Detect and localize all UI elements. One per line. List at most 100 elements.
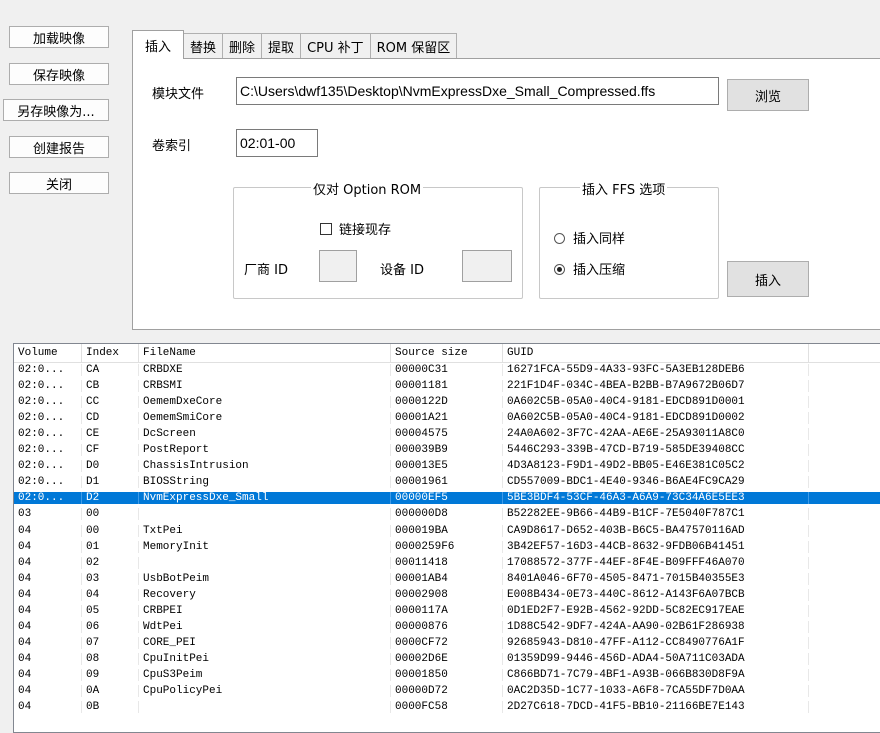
table-cell: 5446C293-339B-47CD-B719-585DE39408CC xyxy=(503,444,809,457)
table-cell: 02:0... xyxy=(14,396,82,409)
table-row[interactable]: 04 0A CpuPolicyPei 00000D72 0AC2D35D-1C77-10… xyxy=(14,685,880,697)
table-cell: 00001961 xyxy=(391,476,503,489)
table-row[interactable]: 02:0... CD OememSmiCore 00001A21 0A602C5B-05… xyxy=(14,412,880,425)
column-header-source-size[interactable]: Source size xyxy=(391,344,503,363)
table-cell: B52282EE-9B66-44B9-B1CF-7E5040F787C1 xyxy=(503,508,809,521)
table-row[interactable]: 04 02 00011418 17088572-377F-44EF-8F4E-B09F… xyxy=(14,556,880,569)
table-cell: 5BE3BDF4-53CF-46A3-A6A9-73C34A6E5EE3 xyxy=(503,492,809,505)
table-cell: 04 xyxy=(14,701,82,714)
table-row[interactable]: 02:0... CC OememDxeCore 0000122D 0A602C5B-05… xyxy=(14,396,880,409)
checkbox-box[interactable] xyxy=(320,223,332,235)
table-row[interactable]: 04 05 CRBPEI 0000117A 0D1ED2F7-E92B-4562-92D… xyxy=(14,604,880,617)
device-id-input[interactable] xyxy=(462,250,512,282)
file-list[interactable]: Volume Index FileName Source size GUID 0… xyxy=(13,343,880,733)
table-cell: 2D27C618-7DCD-41F5-BB10-21166BE7E143 xyxy=(503,701,809,714)
table-cell: CRBPEI xyxy=(139,604,391,617)
table-cell: CF xyxy=(82,444,139,457)
table-cell: ChassisIntrusion xyxy=(139,460,391,473)
table-row[interactable]: 04 08 CpuInitPei 00002D6E 01359D99-9446-456D… xyxy=(14,652,880,665)
table-cell: 04 xyxy=(14,572,82,585)
table-row[interactable]: 02:0... D1 BIOSString 00001961 CD557009-BDC1… xyxy=(14,476,880,489)
table-row[interactable]: 02:0... CA CRBDXE 00000C31 16271FCA-55D9-4A3… xyxy=(14,364,880,376)
table-cell: 04 xyxy=(14,636,82,649)
table-cell: 221F1D4F-034C-4BEA-B2BB-B7A9672B06D7 xyxy=(503,380,809,393)
table-cell: Recovery xyxy=(139,588,391,601)
table-cell: 00000876 xyxy=(391,620,503,633)
table-row[interactable]: 04 06 WdtPei 00000876 1D88C542-9DF7-424A-AA9… xyxy=(14,620,880,633)
column-header-guid[interactable]: GUID xyxy=(503,344,809,363)
table-cell: 0A602C5B-05A0-40C4-9181-EDCD891D0002 xyxy=(503,412,809,425)
tab-cpu-patch[interactable]: CPU 补丁 xyxy=(300,33,371,59)
table-cell: 04 xyxy=(14,685,82,697)
table-cell: 0000CF72 xyxy=(391,636,503,649)
table-cell: 4D3A8123-F9D1-49D2-BB05-E46E381C05C2 xyxy=(503,460,809,473)
insert-button[interactable]: 插入 xyxy=(727,261,809,297)
table-cell: UsbBotPeim xyxy=(139,572,391,585)
radio-circle-selected[interactable] xyxy=(554,264,565,275)
table-row[interactable]: 04 03 UsbBotPeim 00001AB4 8401A046-6F70-4505… xyxy=(14,572,880,585)
tab-rom-hole[interactable]: ROM 保留区 xyxy=(369,33,458,59)
tab-insert[interactable]: 插入 xyxy=(132,30,185,59)
tab-extract[interactable]: 提取 xyxy=(261,33,302,59)
insert-compressed-radio[interactable]: 插入压缩 xyxy=(554,259,625,278)
table-row[interactable]: 02:0... D0 ChassisIntrusion 000013E5 4D3A812… xyxy=(14,460,880,473)
tab-delete[interactable]: 删除 xyxy=(222,33,263,59)
option-rom-group-title: 仅对 Option ROM xyxy=(311,179,424,198)
table-cell: WdtPei xyxy=(139,620,391,633)
table-cell: BIOSString xyxy=(139,476,391,489)
table-row[interactable]: 04 04 Recovery 00002908 E008B434-0E73-440C-8… xyxy=(14,588,880,601)
column-header-volume[interactable]: Volume xyxy=(14,344,82,363)
table-cell: 00000C31 xyxy=(391,364,503,376)
tab-replace[interactable]: 替换 xyxy=(183,33,224,59)
table-cell: 16271FCA-55D9-4A33-93FC-5A3EB128DEB6 xyxy=(503,364,809,376)
table-row[interactable]: 04 09 CpuS3Peim 00001850 C866BD71-7C79-4BF1-… xyxy=(14,668,880,681)
table-row[interactable]: 04 00 TxtPei 000019BA CA9D8617-D652-403B-B6C… xyxy=(14,524,880,537)
table-cell: 02:0... xyxy=(14,492,82,505)
table-cell: 17088572-377F-44EF-8F4E-B09FFF46A070 xyxy=(503,556,809,569)
table-cell: PostReport xyxy=(139,444,391,457)
table-cell: C866BD71-7C79-4BF1-A93B-066B830D8F9A xyxy=(503,668,809,681)
table-cell: 03 xyxy=(82,572,139,585)
column-header-filename[interactable]: FileName xyxy=(139,344,391,363)
insert-panel: 模块文件 C:\Users\dwf135\Desktop\NvmExpressD… xyxy=(132,58,880,330)
table-row[interactable]: 02:0... CB CRBSMI 00001181 221F1D4F-034C-4BE… xyxy=(14,380,880,393)
table-cell: 3B42EF57-16D3-44CB-8632-9FDB06B41451 xyxy=(503,540,809,553)
table-cell: D1 xyxy=(82,476,139,489)
table-cell: 0000259F6 xyxy=(391,540,503,553)
insert-same-radio[interactable]: 插入同样 xyxy=(554,228,625,247)
table-row[interactable]: 04 01 MemoryInit 0000259F6 3B42EF57-16D3-44C… xyxy=(14,540,880,553)
create-report-button[interactable]: 创建报告 xyxy=(9,136,109,158)
table-cell: 00000EF5 xyxy=(391,492,503,505)
list-header: Volume Index FileName Source size GUID xyxy=(14,344,880,363)
table-cell: 03 xyxy=(14,508,82,521)
table-cell: 04 xyxy=(14,540,82,553)
table-row[interactable]: 02:0... CF PostReport 000039B9 5446C293-339B… xyxy=(14,444,880,457)
table-cell: 06 xyxy=(82,620,139,633)
table-row[interactable]: 03 00 000000D8 B52282EE-9B66-44B9-B1CF-7E50… xyxy=(14,508,880,521)
module-file-input[interactable]: C:\Users\dwf135\Desktop\NvmExpressDxe_Sm… xyxy=(236,77,719,105)
table-cell: 01359D99-9446-456D-ADA4-50A711C03ADA xyxy=(503,652,809,665)
save-image-button[interactable]: 保存映像 xyxy=(9,63,109,85)
radio-circle[interactable] xyxy=(554,233,565,244)
table-row[interactable]: 04 0B 0000FC58 2D27C618-7DCD-41F5-BB10-2116… xyxy=(14,701,880,714)
close-button[interactable]: 关闭 xyxy=(9,172,109,194)
table-cell: OememSmiCore xyxy=(139,412,391,425)
insert-compressed-label: 插入压缩 xyxy=(573,263,626,278)
browse-button[interactable]: 浏览 xyxy=(727,79,809,111)
table-cell: OememDxeCore xyxy=(139,396,391,409)
table-cell: 02:0... xyxy=(14,364,82,376)
load-image-button[interactable]: 加载映像 xyxy=(9,26,109,48)
link-mem-checkbox[interactable]: 链接现存 xyxy=(320,219,391,238)
table-cell: CRBSMI xyxy=(139,380,391,393)
column-header-index[interactable]: Index xyxy=(82,344,139,363)
table-cell: 00 xyxy=(82,524,139,537)
table-row[interactable]: 02:0... CE DcScreen 00004575 24A0A602-3F7C-4… xyxy=(14,428,880,441)
table-cell: CC xyxy=(82,396,139,409)
table-row[interactable]: 02:0... D2 NvmExpressDxe_Small 00000EF5 5BE3… xyxy=(14,492,880,505)
volume-index-input[interactable]: 02:01-00 xyxy=(236,129,318,157)
table-cell: 01 xyxy=(82,540,139,553)
table-row[interactable]: 04 07 CORE_PEI 0000CF72 92685943-D810-47FF-A… xyxy=(14,636,880,649)
table-cell: 0000117A xyxy=(391,604,503,617)
save-image-as-button[interactable]: 另存映像为... xyxy=(3,99,109,121)
vendor-id-input[interactable] xyxy=(319,250,357,282)
